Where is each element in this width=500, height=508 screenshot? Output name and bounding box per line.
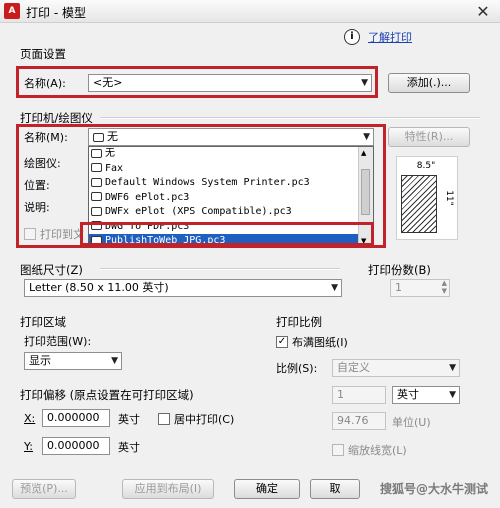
preview-button[interactable]: 预览(P)...	[12, 479, 76, 499]
scale-value2-input[interactable]: 94.76	[332, 412, 386, 430]
paper-size-value: Letter (8.50 x 11.00 英寸)	[29, 281, 169, 294]
y-offset-unit: 英寸	[118, 441, 140, 454]
page-setup-name-label: 名称(A):	[24, 77, 66, 90]
page-setup-name-value: <无>	[93, 76, 123, 89]
learn-about-plotting-link[interactable]: 了解打印	[368, 29, 486, 45]
page-setup-section-title: 页面设置	[20, 47, 66, 61]
paper-preview: 8.5" 11"	[396, 156, 458, 240]
scale-select[interactable]: 自定义 ▼	[332, 359, 460, 377]
cancel-button[interactable]: 取	[310, 479, 360, 499]
info-icon: i	[344, 29, 360, 45]
chevron-down-icon: ▼	[449, 390, 456, 400]
copies-value: 1	[395, 281, 402, 294]
chevron-down-icon: ▼	[111, 356, 118, 366]
scale-value: 自定义	[337, 361, 370, 374]
scale-lineweights-label: 缩放线宽(L)	[348, 444, 407, 457]
chevron-down-icon: ▼	[361, 78, 368, 88]
x-offset-label: X:	[24, 412, 36, 425]
scale-unit-label: 单位(U)	[392, 416, 431, 429]
add-page-setup-button[interactable]: 添加(.)...	[388, 73, 470, 93]
what-to-plot-label: 打印范围(W):	[24, 335, 92, 348]
selected-printer-highlight-box	[80, 222, 374, 246]
app-logo-icon: A	[4, 3, 20, 19]
x-offset-input[interactable]: 0.000000	[42, 409, 110, 427]
watermark: 搜狐号@大水牛测试	[379, 482, 488, 496]
fit-to-paper-label: 布满图纸(I)	[292, 336, 348, 349]
paper-width-dimension: 8.5"	[416, 161, 436, 171]
close-icon[interactable]: ✕	[474, 2, 492, 21]
plot-offset-section-title: 打印偏移 (原点设置在可打印区域)	[20, 388, 194, 402]
printer-properties-button[interactable]: 特性(R)...	[388, 127, 470, 147]
window-title: 打印 - 模型	[26, 6, 86, 20]
chevron-down-icon: ▼	[449, 363, 456, 373]
ok-button[interactable]: 确定	[234, 479, 300, 499]
scale-value1-input[interactable]: 1	[332, 386, 386, 404]
paper-sheet-icon	[401, 175, 437, 233]
paper-size-label: 图纸尺寸(Z)	[20, 263, 83, 277]
page-setup-name-select[interactable]: <无> ▼	[88, 74, 372, 92]
fit-to-paper-checkbox[interactable]: ✓	[276, 336, 288, 348]
x-offset-unit: 英寸	[118, 413, 140, 426]
paper-size-select[interactable]: Letter (8.50 x 11.00 英寸) ▼	[24, 279, 342, 297]
scale-unit-value: 英寸	[397, 388, 419, 401]
plot-area-section-title: 打印区域	[20, 315, 66, 329]
center-plot-label: 居中打印(C)	[174, 413, 235, 426]
scale-lineweights-checkbox[interactable]	[332, 444, 344, 456]
center-plot-checkbox[interactable]	[158, 413, 170, 425]
printer-section-divider	[100, 117, 480, 119]
y-offset-label: Y:	[24, 440, 33, 453]
copies-input[interactable]: 1 ▲ ▼	[390, 279, 450, 297]
copies-label: 打印份数(B)	[368, 263, 431, 277]
scale-label: 比例(S):	[276, 362, 318, 375]
scale-unit-select[interactable]: 英寸 ▼	[392, 386, 460, 404]
what-to-plot-value: 显示	[29, 354, 51, 367]
chevron-down-icon: ▼	[331, 283, 338, 293]
paper-height-dimension: 11"	[443, 190, 454, 206]
what-to-plot-select[interactable]: 显示 ▼	[24, 352, 122, 370]
apply-to-layout-button[interactable]: 应用到布局(I)	[122, 479, 214, 499]
y-offset-input[interactable]: 0.000000	[42, 437, 110, 455]
paper-size-divider	[100, 268, 340, 270]
plot-scale-section-title: 打印比例	[276, 315, 322, 329]
stepper-icon[interactable]: ▲ ▼	[442, 279, 447, 295]
